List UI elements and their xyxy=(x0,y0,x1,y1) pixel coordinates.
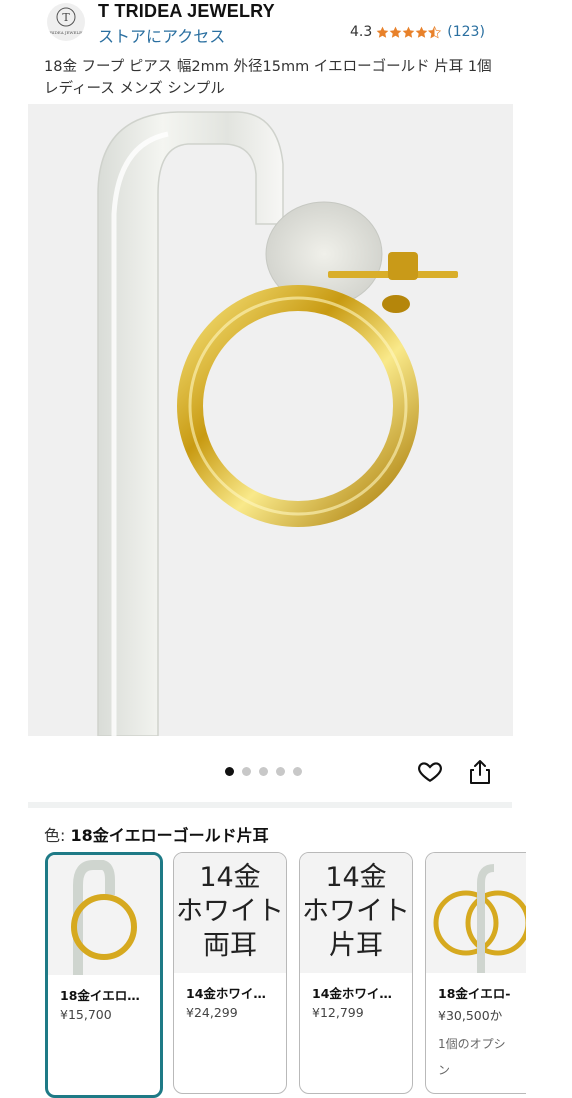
variant-label-prefix: 色: xyxy=(44,826,71,845)
thumb-line: ホワイト xyxy=(302,896,410,927)
visit-store-link[interactable]: ストアにアクセス xyxy=(98,23,225,47)
gold-hoop-earring-image xyxy=(97,111,458,737)
variant-name: 14金ホワイ… xyxy=(186,986,266,1001)
variant-name: 18金イエロ- xyxy=(438,986,511,1001)
rating-stars xyxy=(376,25,442,39)
thumb-line: 14金 xyxy=(199,862,261,893)
brand-name[interactable]: T TRIDEA JEWELRY xyxy=(98,1,275,22)
variant-swatch[interactable]: 18金イエロ… ¥15,700 xyxy=(45,852,163,1098)
carousel-dot[interactable] xyxy=(242,767,251,776)
brand-logo[interactable]: T TRIDEA JEWELRY xyxy=(47,3,85,41)
store-header: T TRIDEA JEWELRY T TRIDEA JEWELRY ストアにアク… xyxy=(0,0,572,50)
svg-text:TRIDEA JEWELRY: TRIDEA JEWELRY xyxy=(47,30,85,35)
share-icon[interactable] xyxy=(468,758,492,786)
product-image[interactable] xyxy=(28,104,513,737)
variant-thumbnail-text: 14金 ホワイト 両耳 xyxy=(174,861,286,963)
variant-note-line: 1個のオプシ xyxy=(438,1037,506,1051)
image-carousel-indicator[interactable] xyxy=(225,767,302,776)
svg-text:T: T xyxy=(62,11,70,24)
thumb-line: 両耳 xyxy=(203,930,257,961)
variant-price: ¥24,299 xyxy=(186,1005,238,1020)
variant-thumbnail: 14金 ホワイト 片耳 xyxy=(300,853,412,973)
variant-swatch[interactable]: 14金 ホワイト 片耳 14金ホワイ… ¥12,799 xyxy=(299,852,413,1094)
variant-note: 1個のオプシ ン xyxy=(438,1031,526,1083)
review-count[interactable]: (123) xyxy=(447,24,485,40)
variant-price: ¥15,700 xyxy=(60,1007,112,1022)
variant-note-line: ン xyxy=(438,1063,451,1077)
section-divider xyxy=(28,802,512,808)
carousel-dot[interactable] xyxy=(259,767,268,776)
rating-value: 4.3 xyxy=(350,24,373,40)
heart-icon[interactable] xyxy=(417,758,443,784)
variant-label: 色: 18金イエローゴールド片耳 xyxy=(44,822,269,846)
rating-summary[interactable]: 4.3 (123) xyxy=(350,24,485,40)
variant-name: 18金イエロ… xyxy=(60,988,140,1003)
carousel-dot[interactable] xyxy=(225,767,234,776)
variant-swatch[interactable]: 14金 ホワイト 両耳 14金ホワイ… ¥24,299 xyxy=(173,852,287,1094)
variant-thumbnail xyxy=(426,853,526,973)
variant-price: ¥30,500か xyxy=(438,1008,503,1023)
star-icon xyxy=(376,26,389,38)
selected-variant-name: 18金イエローゴールド片耳 xyxy=(70,826,269,845)
variant-thumbnail xyxy=(48,855,160,975)
star-icon xyxy=(415,26,428,38)
variant-swatch[interactable]: 18金イエロ- ¥30,500か 1個のオプシ ン xyxy=(425,852,526,1094)
carousel-dot[interactable] xyxy=(276,767,285,776)
product-title: 18金 フープ ピアス 幅2mm 外径15mm イエローゴールド 片耳 1個 レ… xyxy=(44,59,492,97)
thumb-line: 14金 xyxy=(325,862,387,893)
variant-thumbnail-text: 14金 ホワイト 片耳 xyxy=(300,861,412,963)
variant-price: ¥12,799 xyxy=(312,1005,364,1020)
star-icon xyxy=(402,26,415,38)
variant-thumbnail: 14金 ホワイト 両耳 xyxy=(174,853,286,973)
thumb-line: ホワイト xyxy=(176,896,284,927)
star-icon xyxy=(389,26,402,38)
variant-name: 14金ホワイ… xyxy=(312,986,392,1001)
half-star-icon xyxy=(428,25,442,38)
carousel-dot[interactable] xyxy=(293,767,302,776)
thumb-line: 片耳 xyxy=(329,930,383,961)
